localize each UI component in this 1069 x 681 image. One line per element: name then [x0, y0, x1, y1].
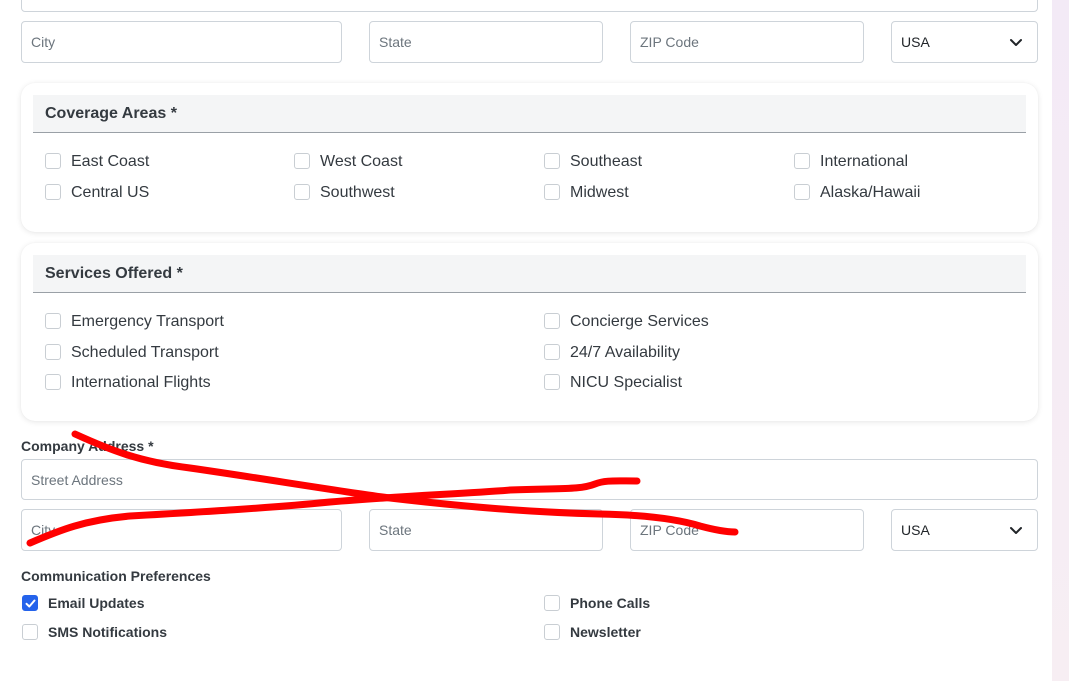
checkbox-midwest[interactable] — [544, 184, 560, 200]
checkbox-southeast[interactable] — [544, 153, 560, 169]
checkbox-southwest[interactable] — [294, 184, 310, 200]
checkbox-alaska-hawaii[interactable] — [794, 184, 810, 200]
checkbox-label-scheduled-transport[interactable]: Scheduled Transport — [71, 344, 219, 362]
checkbox-label-sms-notifications[interactable]: SMS Notifications — [48, 623, 167, 641]
company-city-input[interactable]: City — [21, 509, 342, 551]
checkbox-label-phone-calls[interactable]: Phone Calls — [570, 594, 650, 612]
checkbox-label-nicu-specialist[interactable]: NICU Specialist — [570, 374, 682, 392]
checkbox-nicu-specialist[interactable] — [544, 374, 560, 390]
checkbox-24-7-availability[interactable] — [544, 344, 560, 360]
checkbox-scheduled-transport[interactable] — [45, 344, 61, 360]
checkbox-sms-notifications[interactable] — [22, 624, 38, 640]
form-page: City State ZIP Code USA Coverage Areas *… — [0, 0, 1052, 681]
page-background-edge — [1052, 0, 1069, 681]
communication-preferences-label: Communication Preferences — [21, 568, 211, 584]
checkbox-international-flights[interactable] — [45, 374, 61, 390]
services-offered-card: Services Offered * — [21, 243, 1038, 421]
checkmark-icon — [25, 599, 36, 608]
checkbox-label-east-coast[interactable]: East Coast — [71, 153, 149, 171]
checkbox-label-midwest[interactable]: Midwest — [570, 184, 629, 202]
checkbox-label-concierge-services[interactable]: Concierge Services — [570, 313, 709, 331]
checkbox-international[interactable] — [794, 153, 810, 169]
chevron-down-icon — [1010, 527, 1022, 534]
checkbox-email-updates[interactable] — [22, 595, 38, 611]
company-zip-code-input[interactable]: ZIP Code — [630, 509, 864, 551]
services-offered-title: Services Offered * — [33, 255, 1026, 293]
coverage-areas-title: Coverage Areas * — [33, 95, 1026, 133]
country-select[interactable]: USA — [891, 21, 1038, 63]
country-select-value: USA — [901, 34, 930, 50]
checkbox-label-emergency-transport[interactable]: Emergency Transport — [71, 313, 224, 331]
checkbox-central-us[interactable] — [45, 184, 61, 200]
checkbox-label-international-flights[interactable]: International Flights — [71, 374, 211, 392]
checkbox-west-coast[interactable] — [294, 153, 310, 169]
checkbox-label-international[interactable]: International — [820, 153, 908, 171]
checkbox-emergency-transport[interactable] — [45, 313, 61, 329]
checkbox-east-coast[interactable] — [45, 153, 61, 169]
checkbox-newsletter[interactable] — [544, 624, 560, 640]
checkbox-phone-calls[interactable] — [544, 595, 560, 611]
company-state-input[interactable]: State — [369, 509, 603, 551]
checkbox-label-central-us[interactable]: Central US — [71, 184, 149, 202]
zip-code-input[interactable]: ZIP Code — [630, 21, 864, 63]
state-input[interactable]: State — [369, 21, 603, 63]
checkbox-label-southeast[interactable]: Southeast — [570, 153, 642, 171]
checkbox-label-west-coast[interactable]: West Coast — [320, 153, 402, 171]
checkbox-label-alaska-hawaii[interactable]: Alaska/Hawaii — [820, 184, 920, 202]
city-input[interactable]: City — [21, 21, 342, 63]
company-country-select[interactable]: USA — [891, 509, 1038, 551]
company-country-select-value: USA — [901, 522, 930, 538]
checkbox-label-newsletter[interactable]: Newsletter — [570, 623, 641, 641]
street-address-input-top[interactable] — [21, 0, 1038, 12]
company-address-label: Company Address * — [21, 438, 154, 454]
chevron-down-icon — [1010, 39, 1022, 46]
checkbox-concierge-services[interactable] — [544, 313, 560, 329]
checkbox-label-24-7-availability[interactable]: 24/7 Availability — [570, 344, 680, 362]
checkbox-label-email-updates[interactable]: Email Updates — [48, 594, 144, 612]
checkbox-label-southwest[interactable]: Southwest — [320, 184, 395, 202]
street-address-input[interactable]: Street Address — [21, 459, 1038, 500]
